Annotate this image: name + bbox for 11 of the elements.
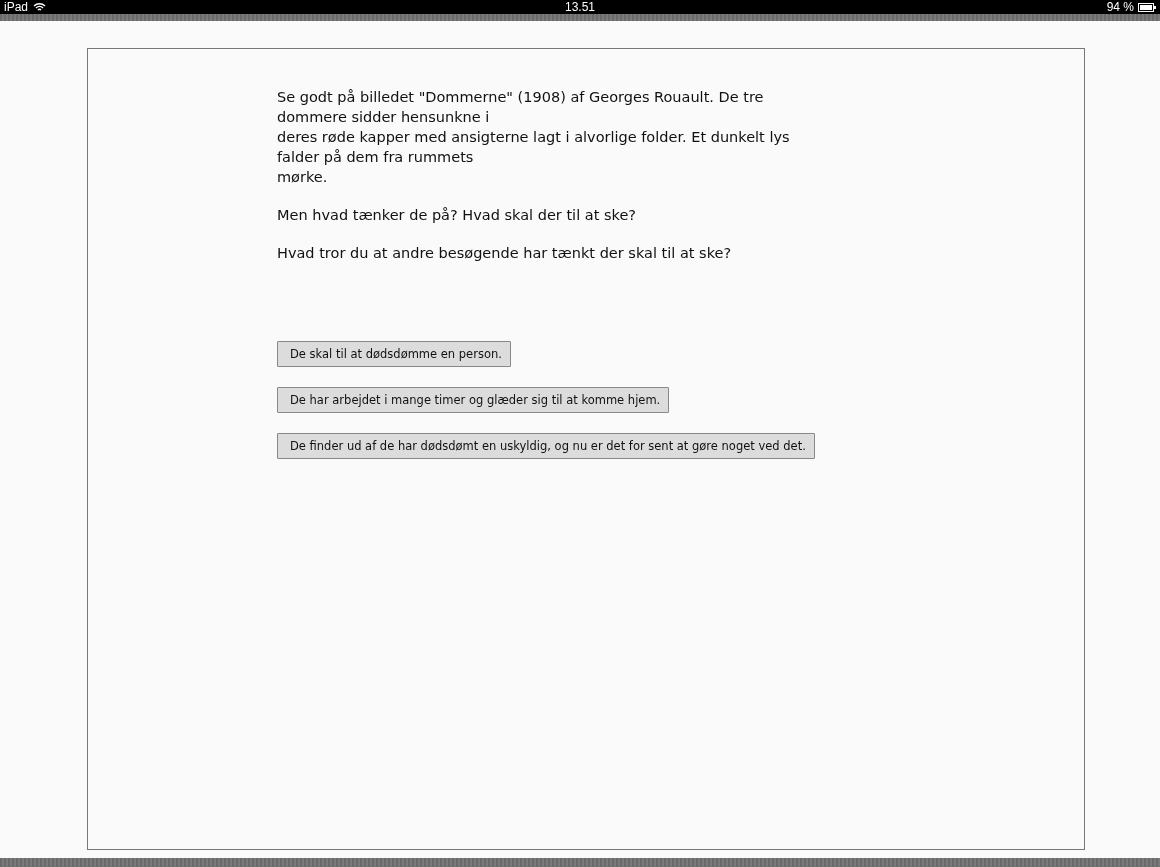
answer-button[interactable]: De har arbejdet i mange timer og glæder sig til at komme hjem. <box>277 387 670 413</box>
answer-button[interactable]: De finder ud af de har dødsdømt en uskyldig, og nu er det for sent at gøre noget ved det. <box>277 433 815 459</box>
battery-percent: 94 % <box>1106 0 1134 14</box>
question-text: Hvad tror du at andre besøgende har tænkt der skal til at ske? <box>277 244 733 263</box>
answer-button[interactable]: De skal til at dødsdømme en person. <box>277 341 511 367</box>
clock: 13.51 <box>565 0 595 14</box>
battery-icon <box>1138 2 1156 12</box>
wifi-icon <box>33 2 47 12</box>
intro-paragraph: Se godt på billedet "Dommerne" (1908) af Georges Rouault. De tre dommere sidder hensunkne i deres røde kapper med ansigterne lagt i alvorlige folder. Et dunkelt lys falder på dem fra rummets mørke. <box>277 88 791 187</box>
device-name: iPad <box>4 0 29 14</box>
question-text: Men hvad tænker de på? Hvad skal der til at ske? <box>277 206 637 225</box>
